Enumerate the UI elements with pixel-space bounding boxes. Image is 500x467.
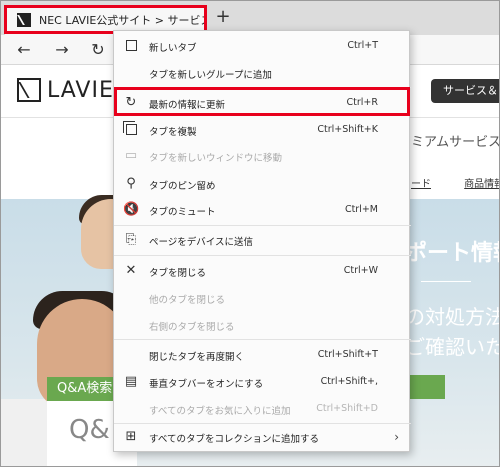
menu-separator — [114, 225, 411, 226]
lavie-logo-mark-icon — [17, 78, 41, 102]
menu-label: タブを新しいグループに追加 — [149, 70, 272, 81]
menu-item-close-tabs-right: 右側のタブを閉じる — [114, 312, 411, 338]
menu-item-move-to-new-window: ▭ タブを新しいウィンドウに移動 — [114, 143, 411, 169]
qa-search-tag[interactable]: Q&A検索 — [47, 377, 119, 407]
menu-item-add-to-collections[interactable]: ⊞ すべてのタブをコレクションに追加する › — [114, 424, 411, 450]
vertical-tabs-icon: ▤ — [124, 374, 138, 389]
forward-arrow-icon[interactable]: → — [51, 39, 73, 61]
browser-window: NEC LAVIE公式サイト > サービス＆ + ← → ↻ LAVIE サービ… — [0, 0, 500, 467]
menu-label: すべてのタブをお気に入りに追加 — [149, 406, 291, 417]
menu-label: 閉じたタブを再度開く — [149, 352, 245, 363]
reload-icon[interactable]: ↻ — [87, 39, 109, 61]
close-icon: ✕ — [125, 263, 137, 278]
menu-item-add-tab-to-group[interactable]: タブを新しいグループに追加 — [114, 60, 411, 86]
collections-icon: ⊞ — [125, 429, 137, 444]
menu-label: タブを閉じる — [149, 268, 207, 279]
menu-label: タブを新しいウィンドウに移動 — [149, 153, 283, 164]
new-tab-button[interactable]: + — [213, 7, 233, 27]
refresh-icon: ↻ — [125, 95, 137, 110]
tab-title: NEC LAVIE公式サイト > サービス＆ — [39, 14, 205, 27]
sub-links: ード 商品情報 — [411, 175, 499, 190]
product-info-link[interactable]: 商品情報 — [464, 179, 499, 190]
menu-separator — [114, 255, 411, 256]
menu-label: タブのミュート — [149, 207, 216, 218]
send-device-icon: ⎘ — [125, 232, 137, 247]
back-arrow-icon[interactable]: ← — [13, 39, 35, 61]
menu-item-reopen-closed-tab[interactable]: 閉じたタブを再度開く Ctrl+Shift+T — [114, 342, 411, 368]
chevron-right-icon: › — [394, 430, 399, 444]
menu-shortcut: Ctrl+W — [343, 265, 378, 276]
lavie-favicon-icon — [17, 13, 31, 27]
menu-shortcut: Ctrl+Shift+D — [316, 403, 378, 414]
lavie-logo[interactable]: LAVIE — [17, 77, 114, 103]
menu-item-favorite-all-tabs: すべてのタブをお気に入りに追加 Ctrl+Shift+D — [114, 396, 411, 422]
menu-label: 最新の情報に更新 — [149, 100, 226, 111]
logo-text: LAVIE — [47, 77, 114, 103]
menu-item-close-tab[interactable]: ✕ タブを閉じる Ctrl+W — [114, 258, 411, 284]
download-link[interactable]: ード — [411, 179, 431, 190]
hero-title: ポート情報 — [405, 241, 499, 266]
menu-label: 右側のタブを閉じる — [149, 322, 235, 333]
premium-service-link[interactable]: ミアムサービス — [411, 131, 499, 150]
menu-item-pin-tab[interactable]: ⚲ タブのピン留め — [114, 171, 411, 197]
hero-subtitle-2: ご確認いた — [405, 335, 500, 359]
menu-label: すべてのタブをコレクションに追加する — [149, 434, 319, 445]
menu-shortcut: Ctrl+Shift+T — [317, 349, 378, 360]
menu-item-send-to-device[interactable]: ⎘ ページをデバイスに送信 — [114, 227, 411, 253]
menu-item-mute-tab[interactable]: 🔇 タブのミュート Ctrl+M — [114, 197, 411, 223]
pin-icon: ⚲ — [126, 176, 136, 191]
menu-label: タブを複製 — [149, 127, 197, 138]
menu-label: ページをデバイスに送信 — [149, 237, 254, 248]
menu-label: 垂直タブバーをオンにする — [149, 379, 264, 390]
window-icon: ▭ — [124, 148, 138, 163]
menu-shortcut: Ctrl+Shift+, — [320, 376, 378, 387]
duplicate-icon — [122, 121, 139, 138]
menu-separator — [114, 339, 411, 340]
menu-label: 新しいタブ — [149, 43, 197, 54]
menu-shortcut: Ctrl+R — [346, 97, 378, 108]
menu-item-duplicate-tab[interactable]: タブを複製 Ctrl+Shift+K — [114, 117, 411, 143]
support-services-button[interactable]: サービス＆ — [431, 79, 499, 103]
menu-shortcut: Ctrl+M — [344, 204, 378, 215]
menu-label: 他のタブを閉じる — [149, 295, 226, 306]
menu-item-new-tab[interactable]: 新しいタブ Ctrl+T — [114, 33, 411, 59]
menu-label: タブのピン留め — [149, 181, 216, 192]
hero-action-button[interactable] — [405, 375, 445, 399]
new-tab-icon — [123, 38, 139, 54]
menu-separator — [114, 87, 411, 88]
qa-heading: Q& — [69, 415, 110, 445]
menu-shortcut: Ctrl+Shift+K — [317, 124, 378, 135]
menu-shortcut: Ctrl+T — [347, 40, 378, 51]
menu-item-refresh[interactable]: ↻ 最新の情報に更新 Ctrl+R — [114, 90, 411, 116]
hero-divider — [421, 281, 471, 282]
menu-item-vertical-tabs[interactable]: ▤ 垂直タブバーをオンにする Ctrl+Shift+, — [114, 369, 411, 395]
mute-icon: 🔇 — [123, 202, 140, 217]
tab-context-menu: 新しいタブ Ctrl+T タブを新しいグループに追加 ↻ 最新の情報に更新 Ct… — [113, 30, 411, 452]
menu-item-close-other-tabs: 他のタブを閉じる — [114, 285, 411, 311]
hero-subtitle-1: の対処方法 — [405, 305, 500, 329]
